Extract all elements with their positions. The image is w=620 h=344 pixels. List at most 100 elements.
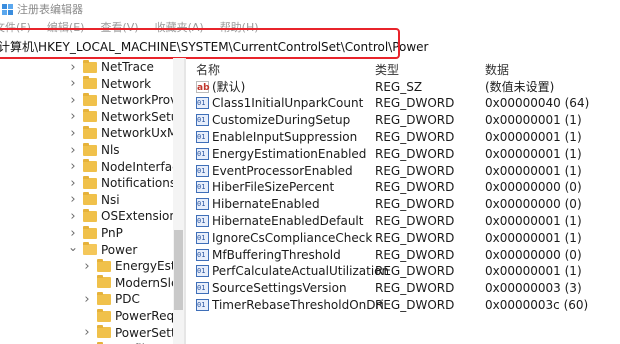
column-header-data[interactable]: 数据 xyxy=(485,61,509,77)
key-tree: › NetTrace › Network › NetworkProvi › NetworkSe… xyxy=(0,58,184,344)
binary-value-icon xyxy=(196,298,209,311)
address-bar[interactable]: 计算机\HKEY_LOCAL_MACHINE\SYSTEM\CurrentCon… xyxy=(0,36,620,56)
binary-value-icon xyxy=(196,147,209,160)
value-data: 0x00000001 (1) xyxy=(485,146,582,161)
menu-favorites[interactable]: 收藏夹(A) xyxy=(155,19,204,35)
chevron-right-icon[interactable]: › xyxy=(68,175,78,191)
pane-splitter[interactable] xyxy=(184,58,186,344)
tree-scrollbar[interactable] xyxy=(173,58,184,344)
value-row[interactable]: CustomizeDuringSetup REG_DWORD 0x00000001 … xyxy=(190,112,620,129)
folder-icon xyxy=(83,142,97,156)
tree-item-nls[interactable]: › Nls xyxy=(68,142,120,158)
tree-item-networksetup[interactable]: › NetworkSetup xyxy=(68,109,184,125)
menu-view[interactable]: 查看(V) xyxy=(100,19,138,35)
value-row[interactable]: MfBufferingThreshold REG_DWORD 0x00000000 … xyxy=(190,246,620,263)
value-row[interactable]: PerfCalculateActualUtilizationREG_DWORD 0… xyxy=(190,263,620,280)
folder-icon xyxy=(83,159,97,173)
column-header-type[interactable]: 类型 xyxy=(375,61,399,77)
chevron-right-icon[interactable]: › xyxy=(68,109,78,125)
chevron-right-icon[interactable]: › xyxy=(68,208,78,224)
value-row[interactable]: HibernateEnabledDefault REG_DWORD 0x000000… xyxy=(190,212,620,229)
value-type: REG_DWORD xyxy=(375,297,455,312)
value-name: (默认) xyxy=(212,80,246,94)
folder-icon xyxy=(83,208,97,222)
value-name: PerfCalculateActualUtilization xyxy=(212,264,388,279)
value-row[interactable]: EventProcessorEnabled REG_DWORD 0x00000001… xyxy=(190,162,620,179)
binary-value-icon xyxy=(196,164,209,177)
window-title: 注册表编辑器 xyxy=(17,3,83,16)
tree-item-nettrace[interactable]: › NetTrace xyxy=(68,59,154,75)
value-name: HibernateEnabled xyxy=(212,197,320,212)
tree-item-pdc[interactable]: › PDC xyxy=(82,291,140,307)
tree-item-nsi[interactable]: › Nsi xyxy=(68,192,120,208)
value-row[interactable]: IgnoreCsComplianceCheckREG_DWORD 0x000000… xyxy=(190,229,620,246)
value-data: 0x00000000 (0) xyxy=(485,180,582,195)
value-row[interactable]: ab (默认) REG_SZ (数值未设置) xyxy=(190,78,620,95)
binary-value-icon xyxy=(196,114,209,127)
tree-item-label: PnP xyxy=(101,226,123,240)
value-data: 0x00000001 (1) xyxy=(485,163,582,178)
tree-item-label: NetworkUxMa xyxy=(101,126,184,141)
chevron-right-icon[interactable]: › xyxy=(68,125,78,141)
chevron-right-icon[interactable]: › xyxy=(68,92,78,108)
tree-item-label: OSExtensionD xyxy=(101,209,184,224)
chevron-placeholder[interactable] xyxy=(82,275,92,291)
chevron-right-icon[interactable]: › xyxy=(82,325,92,341)
value-row[interactable]: HiberFileSizePercent REG_DWORD 0x00000000 … xyxy=(190,179,620,196)
column-header-name[interactable]: 名称 xyxy=(196,61,220,77)
tree-item-networkprovi[interactable]: › NetworkProvi xyxy=(68,92,181,108)
folder-open-icon xyxy=(83,242,97,256)
tree-item-energyestin[interactable]: › EnergyEstin xyxy=(82,258,184,274)
value-type: REG_DWORD xyxy=(375,197,455,212)
tree-item-network[interactable]: › Network xyxy=(68,76,151,92)
menu-file[interactable]: 文件(F) xyxy=(0,19,31,35)
tree-item-nodeinterface[interactable]: › NodeInterface xyxy=(68,159,184,175)
tree-item-networkuxma[interactable]: › NetworkUxMa xyxy=(68,125,184,141)
tree-item-powersetti[interactable]: › PowerSetti xyxy=(82,325,179,341)
tree-item-powerrequ[interactable]: PowerRequ xyxy=(82,308,182,324)
value-data: 0x00000001 (1) xyxy=(485,113,582,128)
value-name: HibernateEnabledDefault xyxy=(212,213,364,228)
chevron-right-icon[interactable]: › xyxy=(68,59,78,75)
folder-icon xyxy=(97,308,111,322)
value-type: REG_DWORD xyxy=(375,129,455,144)
tree-item-notifications[interactable]: › Notifications xyxy=(68,175,176,191)
value-name: EnergyEstimationEnabled xyxy=(212,146,367,161)
chevron-right-icon[interactable]: › xyxy=(68,159,78,175)
chevron-down-icon[interactable]: ⌄ xyxy=(68,239,78,255)
value-row[interactable]: SourceSettingsVersion REG_DWORD 0x00000003… xyxy=(190,280,620,297)
menu-edit[interactable]: 编辑(E) xyxy=(47,19,85,35)
value-row[interactable]: TimerRebaseThresholdOnDri...REG_DWORD 0x0… xyxy=(190,296,620,313)
tree-scrollbar-thumb[interactable] xyxy=(174,230,183,310)
value-type: REG_DWORD xyxy=(375,146,455,161)
chevron-placeholder[interactable] xyxy=(82,308,92,324)
value-type: REG_DWORD xyxy=(375,230,455,245)
values-list: 名称 类型 数据 ab(默认)REG_SZ(数值未设置)Class1Initia… xyxy=(190,58,620,344)
value-row[interactable]: EnableInputSuppression REG_DWORD 0x0000000… xyxy=(190,128,620,145)
value-row[interactable]: HibernateEnabled REG_DWORD 0x00000000 (0) xyxy=(190,196,620,213)
value-data: 0x00000003 (3) xyxy=(485,281,582,296)
value-type: REG_DWORD xyxy=(375,281,455,296)
value-name: CustomizeDuringSetup xyxy=(212,113,351,128)
chevron-right-icon[interactable]: › xyxy=(68,76,78,92)
chevron-right-icon[interactable]: › xyxy=(82,258,92,274)
tree-item-osextensiond[interactable]: › OSExtensionD xyxy=(68,208,184,224)
string-value-icon: ab xyxy=(196,80,210,93)
binary-value-icon xyxy=(196,181,209,194)
tree-item-power[interactable]: ⌄ Power xyxy=(68,239,138,258)
address-path[interactable]: 计算机\HKEY_LOCAL_MACHINE\SYSTEM\CurrentCon… xyxy=(0,38,429,55)
tree-item-label: Network xyxy=(101,76,152,91)
tree-item-label: NodeInterface xyxy=(101,159,184,174)
chevron-right-icon[interactable]: › xyxy=(68,192,78,208)
value-row[interactable]: Class1InitialUnparkCount REG_DWORD 0x00000… xyxy=(190,95,620,112)
folder-icon xyxy=(97,291,111,305)
binary-value-icon xyxy=(196,265,209,278)
chevron-right-icon[interactable]: › xyxy=(82,291,92,307)
menu-help[interactable]: 帮助(H) xyxy=(220,19,259,35)
value-type: REG_DWORD xyxy=(375,247,455,262)
folder-icon xyxy=(83,59,97,73)
value-row[interactable]: EnergyEstimationEnabled REG_DWORD 0x000000… xyxy=(190,145,620,162)
tree-item-modernsle[interactable]: ModernSle xyxy=(82,275,178,291)
tree-item-label: Power xyxy=(101,242,138,257)
chevron-right-icon[interactable]: › xyxy=(68,142,78,158)
